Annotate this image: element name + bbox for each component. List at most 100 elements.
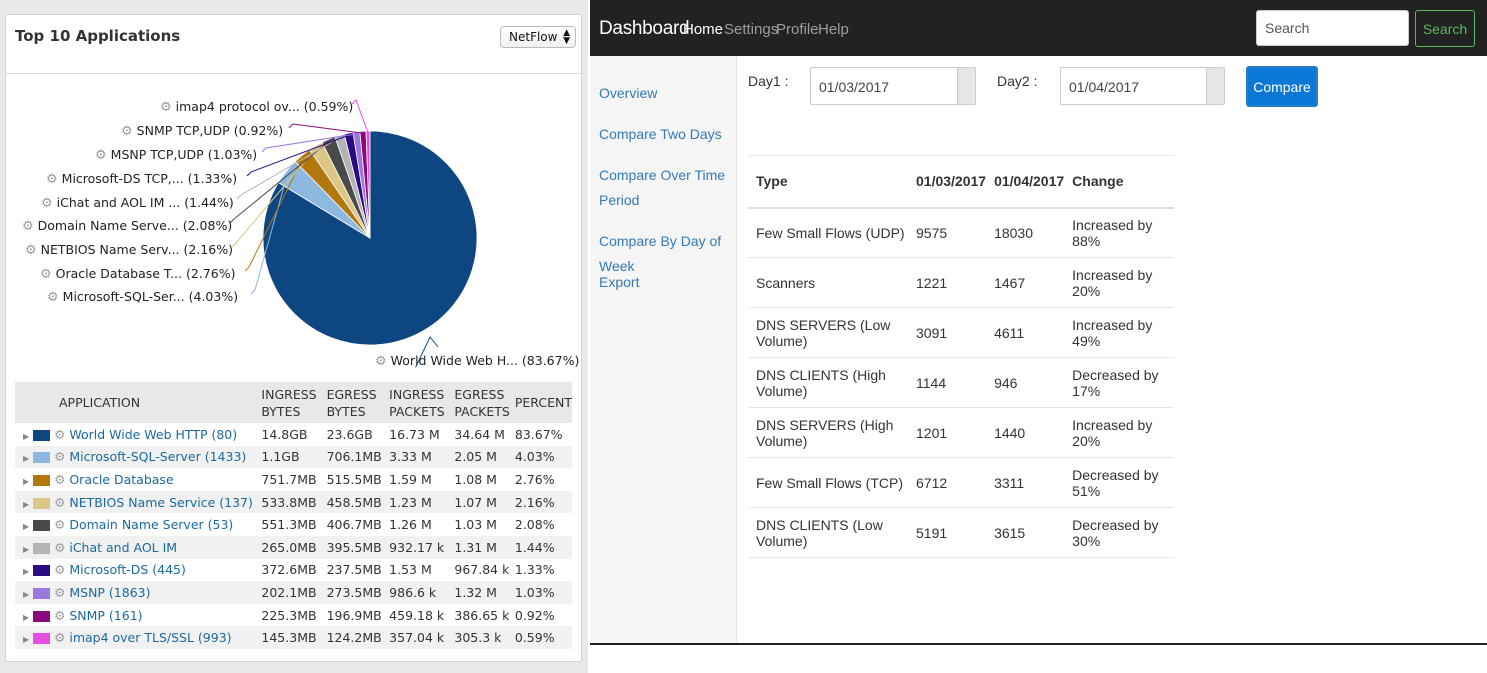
- source-select[interactable]: NetFlow ▲ ▼: [500, 26, 576, 48]
- comparison-cell: DNS CLIENTS (Low Volume): [748, 507, 908, 558]
- expand-icon[interactable]: ▶: [20, 635, 29, 644]
- cell-ep: 1.32 M: [449, 581, 510, 604]
- gear-icon: ⚙: [95, 148, 107, 163]
- expand-icon[interactable]: ▶: [20, 545, 29, 554]
- app-cell: ▶ ⚙ NETBIOS Name Service (137): [15, 490, 257, 514]
- gear-icon: ⚙: [54, 426, 66, 442]
- color-swatch: [33, 520, 51, 532]
- gear-icon: ⚙: [54, 630, 66, 646]
- sidebar-item-export[interactable]: Export: [599, 270, 734, 295]
- expand-icon[interactable]: ▶: [20, 477, 29, 486]
- pie-label: ⚙ World Wide Web H... (83.67%): [375, 353, 579, 369]
- app-link[interactable]: MSNP (1863): [69, 585, 150, 600]
- app-link[interactable]: Microsoft-DS (445): [69, 562, 186, 577]
- comparison-cell: 3615: [986, 507, 1065, 558]
- gear-icon: ⚙: [40, 267, 52, 282]
- color-swatch: [33, 542, 51, 554]
- expand-icon[interactable]: ▶: [20, 454, 29, 463]
- pie-label-pct: (4.03%): [188, 289, 239, 304]
- col-ingress-bytes[interactable]: INGRESS BYTES: [256, 382, 322, 423]
- comparison-cell: Decreased by 51%: [1064, 457, 1174, 508]
- app-link[interactable]: imap4 over TLS/SSL (993): [69, 630, 231, 645]
- table-row[interactable]: ▶ ⚙ Oracle Database 751.7MB 515.5MB 1.59 M 1.…: [15, 468, 572, 491]
- cell-ib: 265.0MB: [256, 535, 322, 559]
- col-egress-packets[interactable]: EGRESS PACKETS: [449, 382, 510, 423]
- pie-label-name: Microsoft-SQL-Ser...: [62, 289, 185, 304]
- cell-ib: 751.7MB: [261, 471, 317, 487]
- pie-label: ⚙ NETBIOS Name Serv... (2.16%): [25, 242, 233, 258]
- gear-icon: ⚙: [22, 219, 34, 234]
- cell-ib: 372.6MB: [261, 562, 317, 578]
- table-row[interactable]: ▶ ⚙ iChat and AOL IM 265.0MB 395.5MB 932.17 …: [15, 535, 572, 559]
- cell-eb: 406.7MB: [326, 517, 382, 533]
- col-application[interactable]: APPLICATION: [15, 382, 257, 423]
- col-ingress-packets[interactable]: INGRESS PACKETS: [384, 382, 450, 423]
- app-link[interactable]: World Wide Web HTTP (80): [69, 427, 237, 442]
- app-link[interactable]: Microsoft-SQL-Server (1433): [69, 449, 246, 464]
- table-row[interactable]: ▶ ⚙ NETBIOS Name Service (137) 533.8MB 458.…: [15, 490, 572, 514]
- pie-label: ⚙ imap4 protocol ov... (0.59%): [160, 99, 353, 115]
- compare-dashboard: Dashboard Home Settings Profile Help Sea…: [590, 0, 1487, 673]
- source-select-value: NetFlow: [509, 30, 558, 44]
- app-cell: ▶ ⚙ World Wide Web HTTP (80): [15, 423, 256, 446]
- pie-label-pct: (83.67%): [521, 353, 580, 368]
- day2-date-input[interactable]: 01/04/2017: [1060, 67, 1225, 105]
- gear-icon: ⚙: [375, 354, 387, 369]
- cell-ep: 1.31 M: [449, 535, 510, 559]
- comparison-cell: Decreased by 30%: [1064, 507, 1174, 558]
- table-header-row: APPLICATION INGRESS BYTES EGRESS BYTES ING…: [15, 382, 572, 423]
- app-link[interactable]: iChat and AOL IM: [69, 540, 177, 555]
- table-row[interactable]: ▶ ⚙ SNMP (161) 225.3MB 196.9MB 459.18 k 386.6…: [15, 604, 572, 627]
- nav-help[interactable]: Help: [818, 21, 849, 38]
- comparison-cell: DNS SERVERS (Low Volume): [748, 307, 908, 358]
- cell-ib: 225.3MB: [261, 607, 317, 623]
- table-row[interactable]: ▶ ⚙ Microsoft-DS (445) 372.6MB 237.5MB 1.53 …: [15, 559, 572, 582]
- col-day1: 01/03/2017: [908, 155, 987, 209]
- sidebar-item-compare-two-days[interactable]: Compare Two Days: [599, 122, 734, 147]
- nav-profile[interactable]: Profile: [776, 21, 819, 38]
- cell-ib: 533.8MB: [256, 490, 322, 514]
- table-row[interactable]: ▶ ⚙ MSNP (1863) 202.1MB 273.5MB 986.6 k 1.32 …: [15, 581, 572, 604]
- day1-date-input[interactable]: 01/03/2017: [810, 67, 976, 105]
- table-row[interactable]: ▶ ⚙ Domain Name Server (53) 551.3MB 406.7MB…: [15, 513, 572, 536]
- sidebar-item-overview[interactable]: Overview: [599, 81, 734, 106]
- nav-home[interactable]: Home: [683, 21, 723, 38]
- app-link[interactable]: Domain Name Server (53): [69, 517, 233, 532]
- expand-icon[interactable]: ▶: [20, 500, 29, 509]
- cell-ib: 145.3MB: [256, 626, 322, 649]
- divider: [6, 73, 581, 74]
- comparison-cell: Scanners: [748, 257, 908, 308]
- app-cell: ▶ ⚙ iChat and AOL IM: [15, 535, 257, 559]
- expand-icon[interactable]: ▶: [20, 522, 29, 531]
- comparison-row: DNS SERVERS (Low Volume) 3091 4611 Increase…: [748, 307, 1174, 358]
- brand[interactable]: Dashboard: [599, 18, 690, 40]
- app-table: APPLICATION INGRESS BYTES EGRESS BYTES ING…: [15, 382, 572, 649]
- comparison-cell: Increased by 49%: [1064, 307, 1174, 358]
- expand-icon[interactable]: ▶: [20, 590, 29, 599]
- expand-icon[interactable]: ▶: [20, 432, 29, 441]
- app-link[interactable]: SNMP (161): [69, 608, 142, 623]
- day1-spinner[interactable]: [957, 68, 975, 104]
- pie-label-name: iChat and AOL IM ...: [56, 195, 181, 210]
- pie-label-name: Microsoft-DS TCP,...: [61, 171, 184, 186]
- nav-settings[interactable]: Settings: [724, 21, 778, 38]
- expand-icon[interactable]: ▶: [20, 613, 29, 622]
- search-input[interactable]: [1256, 10, 1409, 46]
- cell-ip: 459.18 k: [389, 607, 445, 623]
- search-button[interactable]: Search: [1415, 10, 1475, 47]
- col-egress-bytes[interactable]: EGRESS BYTES: [321, 382, 385, 423]
- cell-ep: 1.08 M: [454, 471, 497, 487]
- compare-button[interactable]: Compare: [1246, 66, 1318, 107]
- app-link[interactable]: NETBIOS Name Service (137): [69, 495, 253, 510]
- app-link[interactable]: Oracle Database: [69, 472, 173, 487]
- day1-value: 01/03/2017: [819, 79, 890, 95]
- col-percent[interactable]: PERCENT: [509, 382, 572, 423]
- table-row[interactable]: ▶ ⚙ World Wide Web HTTP (80) 14.8GB 23.6GB 1…: [15, 423, 572, 446]
- day2-spinner[interactable]: [1206, 68, 1224, 104]
- pie-label: ⚙ Microsoft-DS TCP,... (1.33%): [46, 171, 237, 187]
- table-row[interactable]: ▶ ⚙ Microsoft-SQL-Server (1433) 1.1GB 706.1…: [15, 445, 572, 469]
- table-row[interactable]: ▶ ⚙ imap4 over TLS/SSL (993) 145.3MB 124.2M…: [15, 626, 572, 649]
- app-cell: ▶ ⚙ MSNP (1863): [15, 581, 257, 604]
- sidebar-item-compare-over-time[interactable]: Compare Over Time Period: [599, 163, 734, 213]
- expand-icon[interactable]: ▶: [20, 567, 29, 576]
